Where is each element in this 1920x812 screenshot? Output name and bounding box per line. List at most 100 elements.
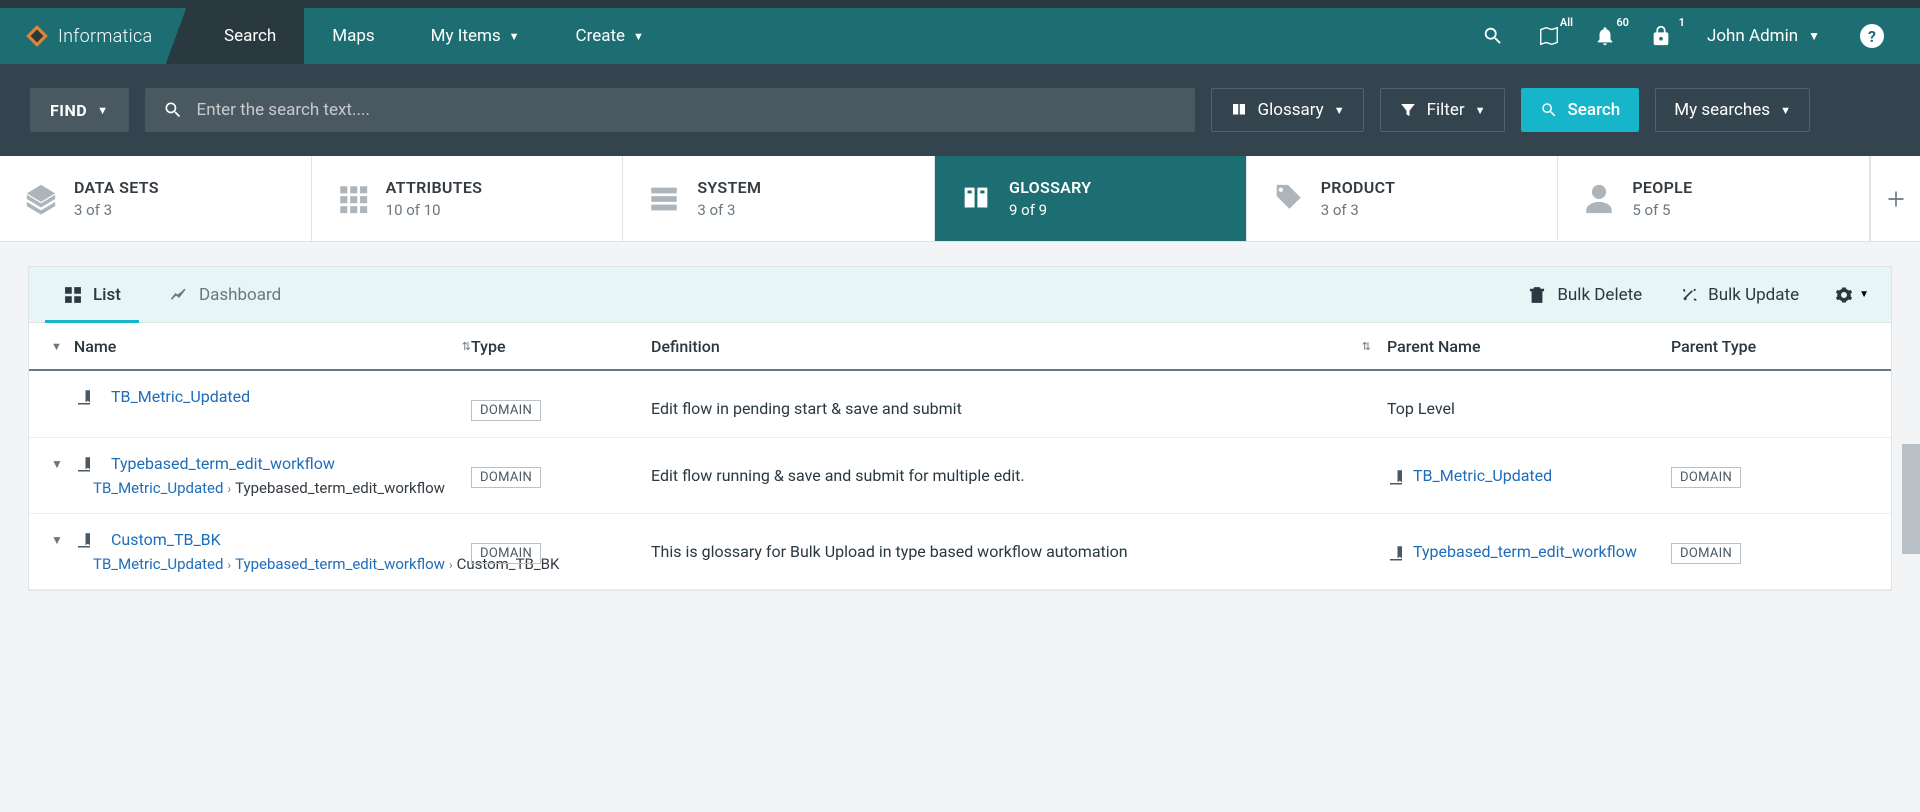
map-badge: All <box>1560 16 1573 29</box>
glossary-icon <box>1387 468 1405 486</box>
plus-icon <box>1886 189 1906 209</box>
table-row: ▼Typebased_term_edit_workflowTB_Metric_U… <box>29 438 1891 514</box>
bell-badge: 60 <box>1616 16 1629 29</box>
row-title-link[interactable]: TB_Metric_Updated <box>111 387 250 406</box>
tab-data-sets[interactable]: DATA SETS 3 of 3 <box>0 156 312 241</box>
search-icon[interactable] <box>1471 14 1515 58</box>
search-icon <box>1540 101 1558 119</box>
breadcrumb-link[interactable]: TB_Metric_Updated <box>93 479 223 497</box>
tab-label: PEOPLE <box>1632 178 1692 197</box>
nav-item-search[interactable]: Search <box>196 8 304 64</box>
grid-icon <box>63 285 83 305</box>
bulk-update-button[interactable]: Bulk Update <box>1678 285 1799 305</box>
trash-icon <box>1527 285 1547 305</box>
my-searches-label: My searches <box>1674 100 1770 120</box>
settings-button[interactable]: ▼ <box>1835 286 1869 304</box>
brand-logo[interactable]: Informatica <box>0 8 196 64</box>
breadcrumb-link[interactable]: TB_Metric_Updated <box>93 555 223 573</box>
expand-icon[interactable]: ▼ <box>51 533 65 547</box>
tab-count: 3 of 3 <box>697 201 761 219</box>
chevron-down-icon: ▼ <box>509 30 520 43</box>
breadcrumb-current: Typebased_term_edit_workflow <box>235 479 445 497</box>
chevron-down-icon: ▼ <box>1780 104 1791 117</box>
wand-icon <box>1678 285 1698 305</box>
nav-item-create[interactable]: Create▼ <box>548 8 672 64</box>
nav-label: My Items <box>431 26 501 46</box>
app-header: Informatica SearchMapsMy Items▼Create▼ A… <box>0 8 1920 64</box>
glossary-dropdown[interactable]: Glossary ▼ <box>1211 88 1364 132</box>
row-title-link[interactable]: Typebased_term_edit_workflow <box>111 454 335 473</box>
tab-count: 3 of 3 <box>74 201 159 219</box>
chevron-down-icon: ▼ <box>1475 104 1486 117</box>
breadcrumb: TB_Metric_Updated › Typebased_term_edit_wo… <box>93 479 471 497</box>
definition-text: Edit flow in pending start & save and su… <box>651 387 1371 418</box>
table-row: TB_Metric_UpdatedDOMAINEdit flow in pend… <box>29 371 1891 438</box>
col-parent-label[interactable]: Parent Name <box>1371 337 1671 356</box>
col-type-label[interactable]: Type <box>471 337 651 356</box>
tag-icon <box>1271 182 1305 216</box>
user-name: John Admin <box>1707 26 1798 46</box>
tab-dashboard[interactable]: Dashboard <box>157 267 293 322</box>
grid-icon <box>336 182 370 216</box>
row-title-link[interactable]: Custom_TB_BK <box>111 530 221 549</box>
help-button[interactable]: ? <box>1860 24 1884 48</box>
filter-label: Filter <box>1427 100 1465 120</box>
tab-list-label: List <box>93 285 121 305</box>
book-icon <box>1230 101 1248 119</box>
nav-item-maps[interactable]: Maps <box>304 8 402 64</box>
search-bar: FIND ▼ Glossary ▼ Filter ▼ Search My sea… <box>0 64 1920 156</box>
chevron-down-icon[interactable]: ▼ <box>51 340 62 353</box>
server-icon <box>647 182 681 216</box>
search-input[interactable] <box>197 100 1177 120</box>
parent-link[interactable]: Typebased_term_edit_workflow <box>1413 542 1637 561</box>
bell-icon[interactable]: 60 <box>1583 14 1627 58</box>
chevron-down-icon: ▼ <box>97 104 108 117</box>
brand-text: Informatica <box>58 26 153 47</box>
tab-count: 9 of 9 <box>1009 201 1091 219</box>
bulk-update-label: Bulk Update <box>1708 285 1799 305</box>
lock-icon[interactable]: 1 <box>1639 14 1683 58</box>
sort-icon[interactable]: ⇅ <box>462 340 471 353</box>
add-tab-button[interactable] <box>1870 156 1920 241</box>
glossary-icon <box>75 531 93 549</box>
filter-icon <box>1399 101 1417 119</box>
chevron-right-icon: › <box>227 482 231 496</box>
tab-count: 3 of 3 <box>1321 201 1396 219</box>
search-button[interactable]: Search <box>1521 88 1640 132</box>
breadcrumb-link[interactable]: Typebased_term_edit_workflow <box>235 555 445 573</box>
search-icon <box>163 100 183 120</box>
chevron-right-icon: › <box>227 558 231 572</box>
bulk-delete-button[interactable]: Bulk Delete <box>1527 285 1642 305</box>
tab-glossary[interactable]: GLOSSARY9 of 9 <box>935 156 1247 241</box>
scrollbar-thumb[interactable] <box>1902 444 1920 554</box>
col-name-label[interactable]: Name <box>74 337 116 356</box>
user-menu[interactable]: John Admin ▼ <box>1707 26 1820 46</box>
chevron-right-icon: › <box>449 558 453 572</box>
search-input-container[interactable] <box>145 88 1195 132</box>
find-dropdown[interactable]: FIND ▼ <box>30 88 129 132</box>
tab-system[interactable]: SYSTEM3 of 3 <box>623 156 935 241</box>
parent-link[interactable]: TB_Metric_Updated <box>1413 466 1552 485</box>
definition-text: This is glossary for Bulk Upload in type… <box>651 530 1371 561</box>
col-ptype-label[interactable]: Parent Type <box>1671 337 1811 356</box>
expand-icon[interactable]: ▼ <box>51 457 65 471</box>
chevron-down-icon: ▼ <box>1808 29 1820 43</box>
layers-icon <box>24 182 58 216</box>
tab-count: 10 of 10 <box>386 201 483 219</box>
tab-label: DATA SETS <box>74 178 159 197</box>
bulk-delete-label: Bulk Delete <box>1557 285 1642 305</box>
tab-count: 5 of 5 <box>1632 201 1692 219</box>
nav-item-my-items[interactable]: My Items ▼ <box>403 8 548 64</box>
tab-product[interactable]: PRODUCT3 of 3 <box>1247 156 1559 241</box>
sort-icon[interactable]: ⇅ <box>1362 340 1371 353</box>
chevron-down-icon: ▼ <box>633 30 644 43</box>
map-icon[interactable]: All <box>1527 14 1571 58</box>
tab-people[interactable]: PEOPLE 5 of 5 <box>1558 156 1870 241</box>
my-searches-dropdown[interactable]: My searches ▼ <box>1655 88 1810 132</box>
tab-list[interactable]: List <box>51 267 133 322</box>
chevron-down-icon: ▼ <box>1334 104 1345 117</box>
tab-attributes[interactable]: ATTRIBUTES10 of 10 <box>312 156 624 241</box>
filter-dropdown[interactable]: Filter ▼ <box>1380 88 1505 132</box>
col-def-label[interactable]: Definition <box>651 337 720 356</box>
gear-icon <box>1835 286 1853 304</box>
